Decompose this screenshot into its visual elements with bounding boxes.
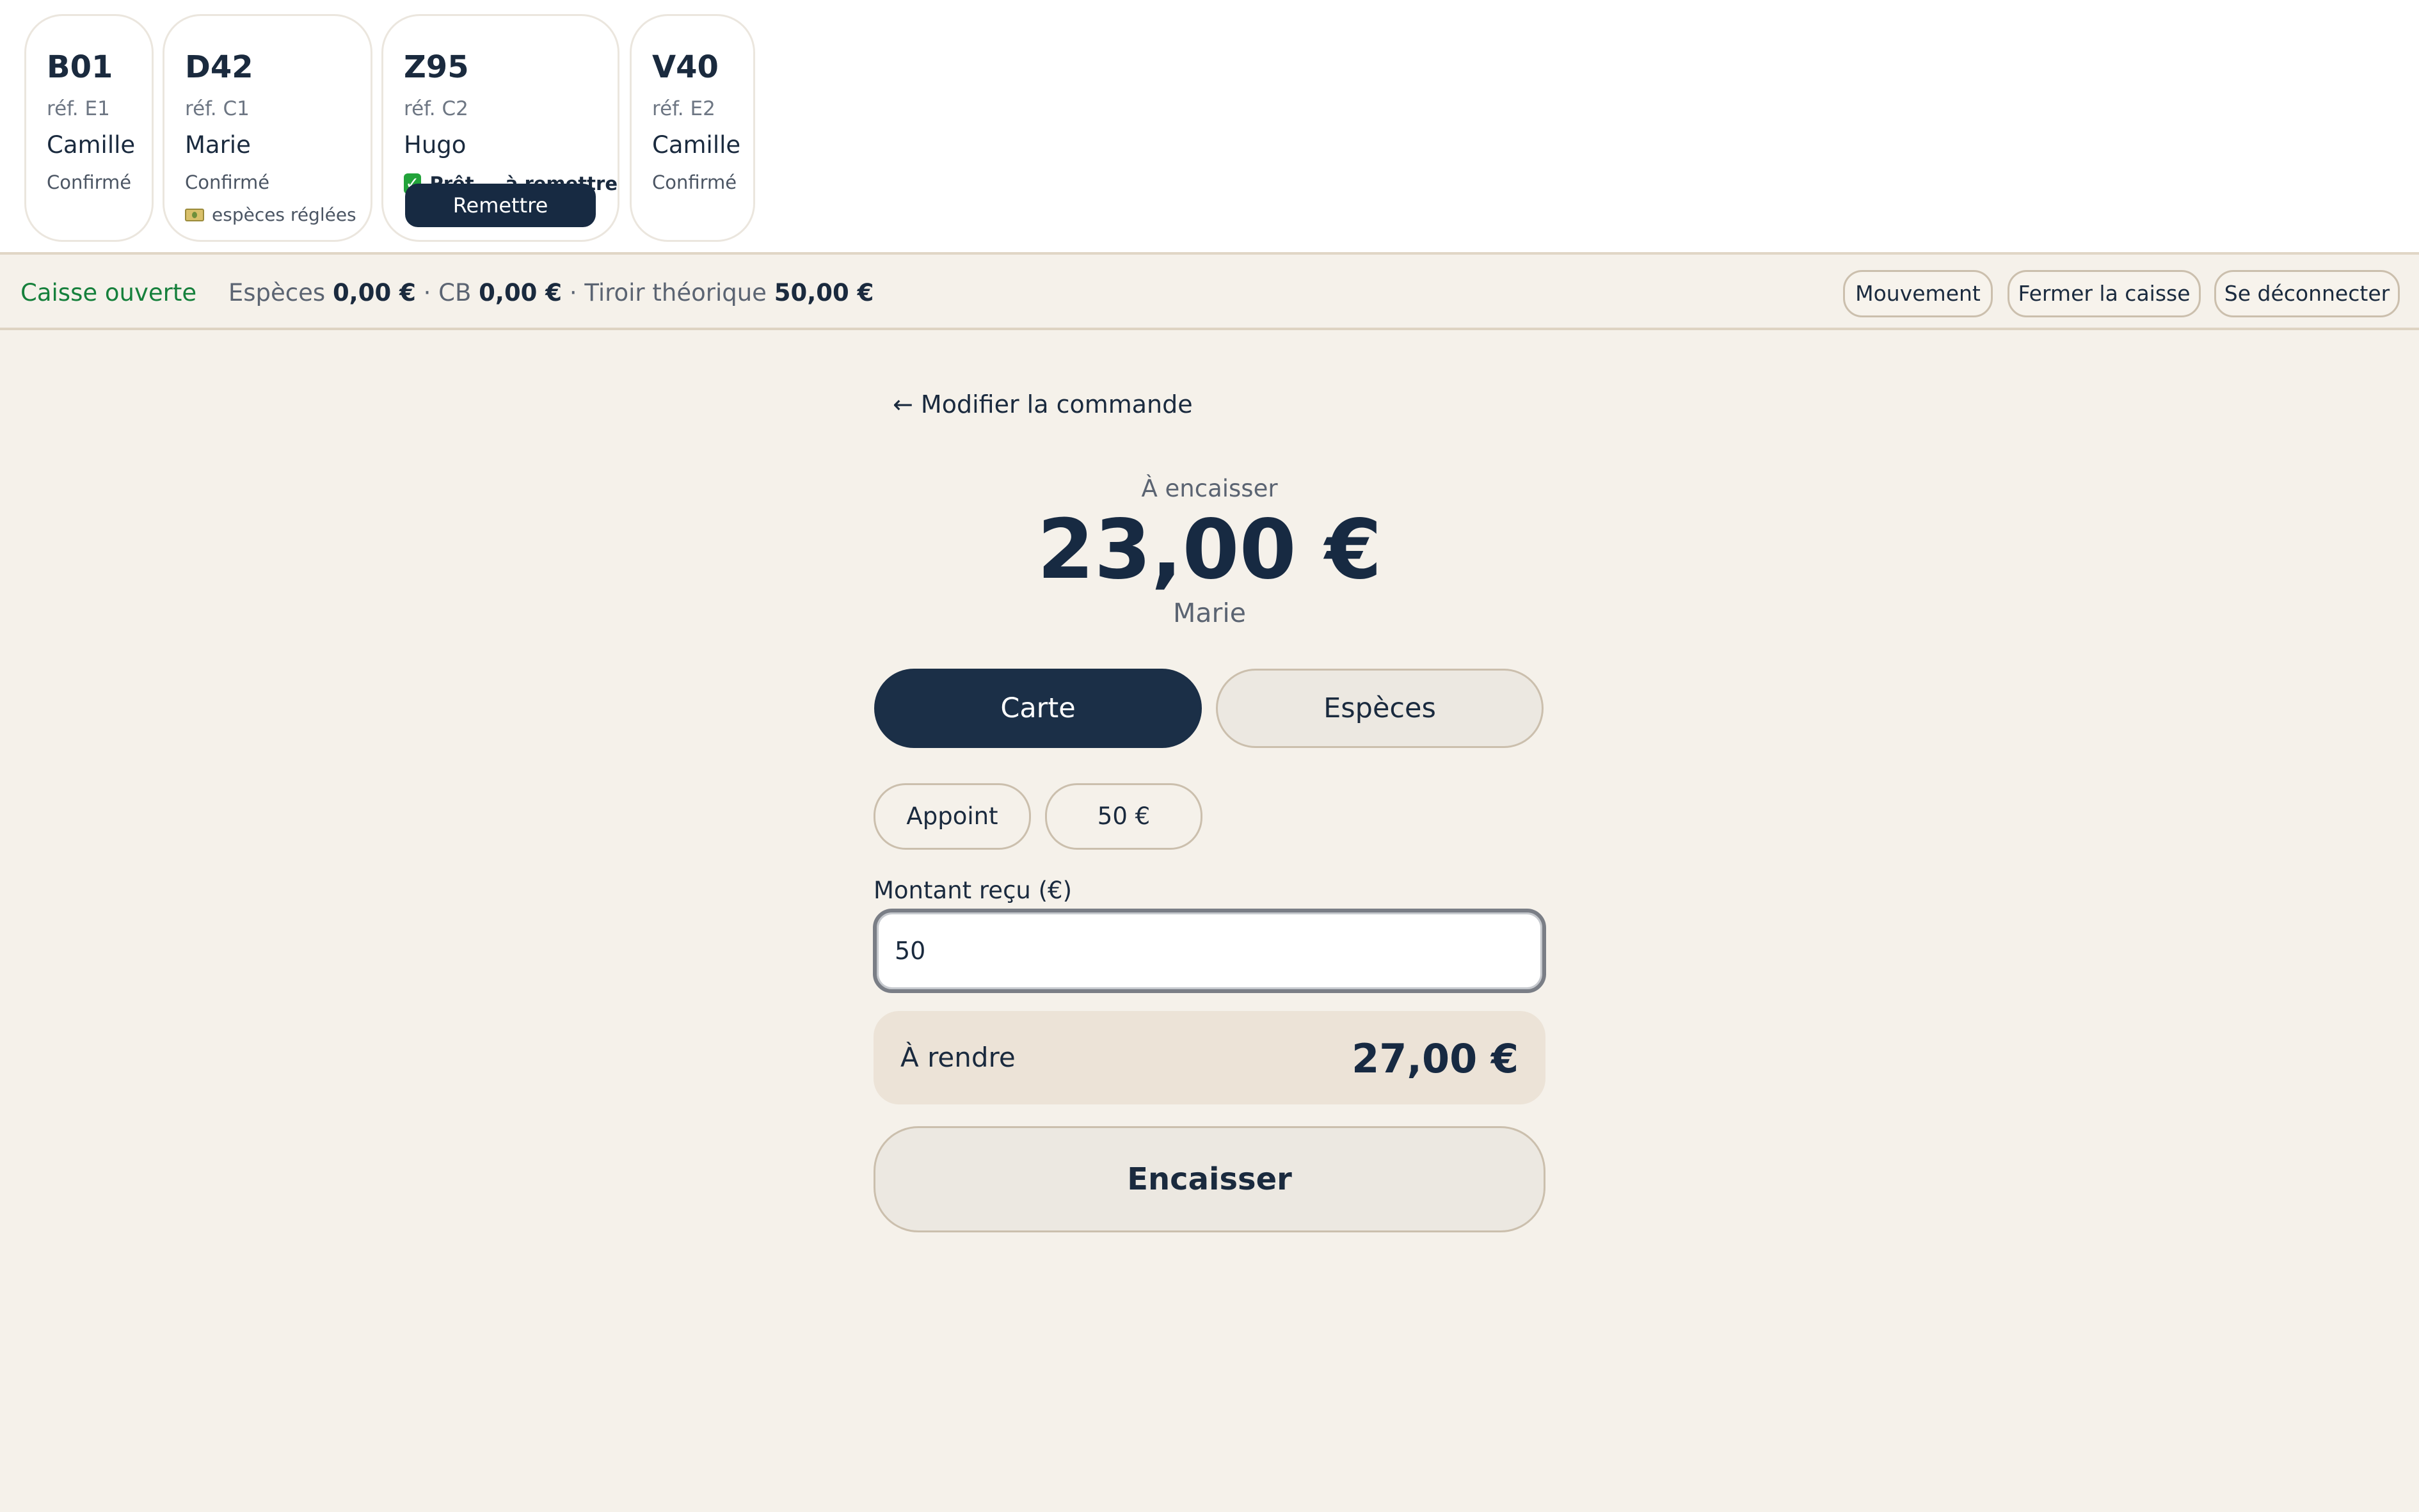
amount-received-label: Montant reçu (€) [874, 877, 1073, 904]
order-status: Confirmé [652, 171, 737, 193]
order-code: D42 [185, 49, 253, 85]
order-ref: réf. C2 [404, 97, 468, 120]
amount-due: 23,00 € [1037, 502, 1382, 598]
fifty-euro-button[interactable]: 50 € [1045, 783, 1202, 850]
change-due-box: À rendre 27,00 € [874, 1011, 1545, 1104]
payment-note-text: espèces réglées [212, 204, 356, 225]
order-ref: réf. C1 [185, 97, 250, 120]
card-total: 0,00 € [479, 279, 563, 306]
cash-icon [185, 209, 204, 221]
separator: · [569, 279, 577, 306]
change-due-amount: 27,00 € [1352, 1035, 1519, 1082]
amount-due-label: À encaisser [1141, 475, 1278, 502]
drawer-label: Tiroir théorique [584, 279, 767, 306]
drawer-total: 50,00 € [774, 279, 874, 306]
order-client: Camille [652, 131, 741, 159]
order-cards-bar: B01 réf. E1 Camille Confirmé D42 réf. C1… [0, 0, 2419, 255]
order-client: Camille [47, 131, 136, 159]
order-card-b01[interactable]: B01 réf. E1 Camille Confirmé [24, 14, 154, 242]
payment-note: espèces réglées [185, 206, 371, 224]
order-client: Marie [185, 131, 251, 159]
hand-over-button[interactable]: Remettre [405, 184, 596, 227]
separator: · [423, 279, 431, 306]
order-code: Z95 [404, 49, 469, 85]
exact-amount-button[interactable]: Appoint [874, 783, 1031, 850]
order-card-d42[interactable]: D42 réf. C1 Marie Confirmé espèces réglé… [163, 14, 372, 242]
order-client: Hugo [404, 131, 467, 159]
card-method-button[interactable]: Carte [874, 669, 1202, 748]
cash-method-button[interactable]: Espèces [1216, 669, 1544, 748]
client-name: Marie [1173, 598, 1246, 628]
cash-label: Espèces [228, 279, 326, 306]
change-due-label: À rendre [900, 1042, 1016, 1073]
cash-total: 0,00 € [332, 279, 416, 306]
amount-received-input[interactable] [873, 909, 1546, 993]
order-ref: réf. E2 [652, 97, 715, 120]
card-label: CB [438, 279, 472, 306]
register-state: Caisse ouverte [20, 279, 197, 306]
edit-order-link[interactable]: ← Modifier la commande [893, 390, 1193, 418]
order-code: V40 [652, 49, 719, 85]
cash-in-button[interactable]: Encaisser [874, 1126, 1545, 1232]
order-status: Confirmé [47, 171, 132, 193]
order-card-z95[interactable]: Z95 réf. C2 Hugo ✓ Prêt — à remettre Rem… [381, 14, 619, 242]
register-summary: Caisse ouverte Espèces 0,00 € · CB 0,00 … [20, 279, 874, 307]
movement-button[interactable]: Mouvement [1843, 270, 1993, 317]
order-status: Confirmé [185, 171, 270, 193]
logout-button[interactable]: Se déconnecter [2214, 270, 2400, 317]
order-ref: réf. E1 [47, 97, 110, 120]
order-code: B01 [47, 49, 113, 85]
close-register-button[interactable]: Fermer la caisse [2008, 270, 2201, 317]
order-card-v40[interactable]: V40 réf. E2 Camille Confirmé [630, 14, 755, 242]
